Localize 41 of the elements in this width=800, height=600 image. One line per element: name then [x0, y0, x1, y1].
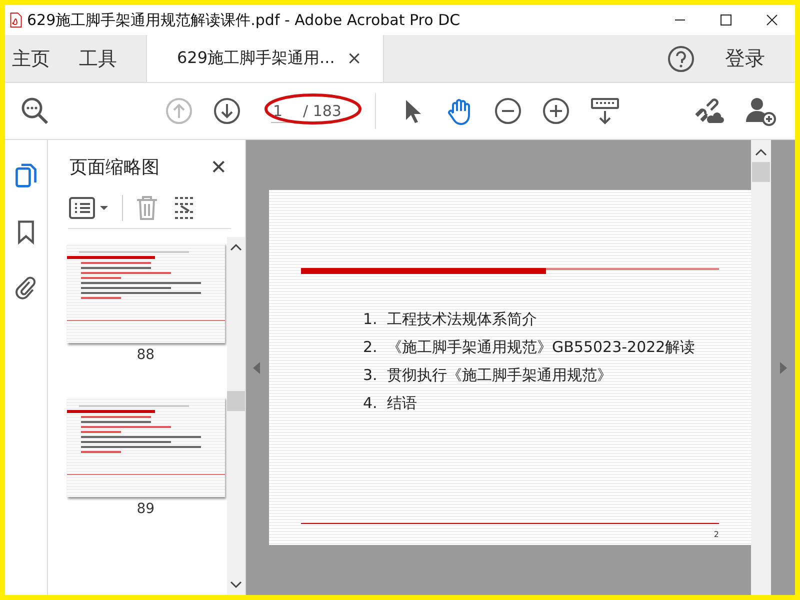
- nav-tab[interactable]: 工具: [67, 35, 134, 82]
- help-icon[interactable]: [667, 44, 695, 72]
- scroll-up-icon[interactable]: [755, 148, 767, 156]
- close-panel-button[interactable]: ✕: [210, 155, 227, 179]
- pdf-file-icon: [9, 12, 23, 28]
- list-number: 3.: [363, 366, 375, 385]
- add-user-icon[interactable]: [745, 96, 777, 126]
- zoom-out-icon[interactable]: [494, 97, 522, 125]
- panel-title: 页面缩略图: [69, 156, 160, 179]
- pages-icon[interactable]: [13, 162, 40, 190]
- zoom-in-icon[interactable]: [542, 97, 570, 125]
- document-tab[interactable]: 629施工脚手架通用... ×: [146, 35, 384, 82]
- page-total: / 183: [303, 102, 342, 120]
- page-thumbnail[interactable]: [66, 397, 225, 497]
- sign-in-button[interactable]: 登录: [725, 35, 795, 82]
- list-item-text: 结语: [387, 394, 417, 413]
- page-number-label: 89: [136, 501, 155, 517]
- list-number: 4.: [363, 394, 375, 413]
- next-page-icon[interactable]: [213, 97, 241, 125]
- paperclip-icon[interactable]: [14, 274, 38, 302]
- nav-tab[interactable]: 主页: [5, 35, 67, 82]
- keyboard-icon[interactable]: [590, 96, 620, 126]
- list-item-text: 《施工脚手架通用规范》GB55023-2022解读: [387, 338, 696, 357]
- list-item-text: 工程技术法规体系简介: [387, 310, 537, 329]
- link-cloud-icon[interactable]: [693, 96, 725, 126]
- close-tab-button[interactable]: ×: [346, 48, 362, 69]
- panel-scrollbar[interactable]: [227, 237, 245, 595]
- window-title: 629施工脚手架通用规范解读课件.pdf - Adobe Acrobat Pro DC: [27, 10, 460, 30]
- page-number-label: 88: [136, 347, 155, 363]
- slide-page-number: 2: [714, 530, 719, 539]
- search-icon[interactable]: [20, 96, 50, 126]
- scrollbar-thumb[interactable]: [227, 391, 245, 411]
- document-tab-label: 629施工脚手架通用...: [177, 48, 335, 69]
- document-scrollbar[interactable]: [751, 140, 771, 595]
- page-thumbnail[interactable]: [66, 243, 225, 343]
- list-item-text: 贯彻执行《施工脚手架通用规范》: [387, 366, 612, 385]
- scrollbar-thumb[interactable]: [752, 162, 770, 182]
- scroll-up-icon[interactable]: [230, 243, 242, 251]
- scroll-down-icon[interactable]: [230, 581, 242, 589]
- list-number: 2.: [363, 338, 375, 357]
- list-number: 1.: [363, 310, 375, 329]
